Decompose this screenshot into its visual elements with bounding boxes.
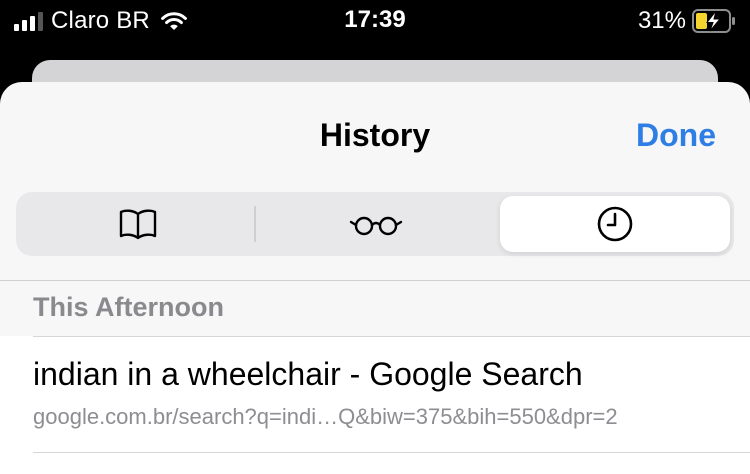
history-list-item[interactable]: indian in a wheelchair - Google Search g… [0, 336, 750, 474]
status-bar: Claro BR 17:39 31% [0, 0, 750, 44]
clock-icon [597, 206, 633, 242]
section-header: This Afternoon [33, 292, 224, 322]
history-item-title: indian in a wheelchair - Google Search [33, 356, 583, 392]
reading-list-glasses-icon [349, 216, 403, 236]
battery-percent: 31% [637, 7, 686, 34]
tab-reading-list[interactable] [256, 196, 496, 252]
history-sheet: History Done This Afternoon indian in a … [0, 82, 750, 474]
book-icon [119, 209, 157, 240]
bookmarks-segmented-control [16, 192, 734, 256]
battery-charging-icon [692, 9, 735, 33]
section-divider [0, 280, 750, 281]
row-divider [33, 336, 750, 337]
done-button[interactable]: Done [636, 117, 716, 154]
tab-bookmarks[interactable] [20, 196, 256, 252]
status-right: 31% [638, 6, 736, 36]
row-divider [33, 452, 750, 453]
history-item-url: google.com.br/search?q=indi…Q&biw=375&bi… [33, 404, 618, 429]
tab-history[interactable] [500, 196, 730, 252]
